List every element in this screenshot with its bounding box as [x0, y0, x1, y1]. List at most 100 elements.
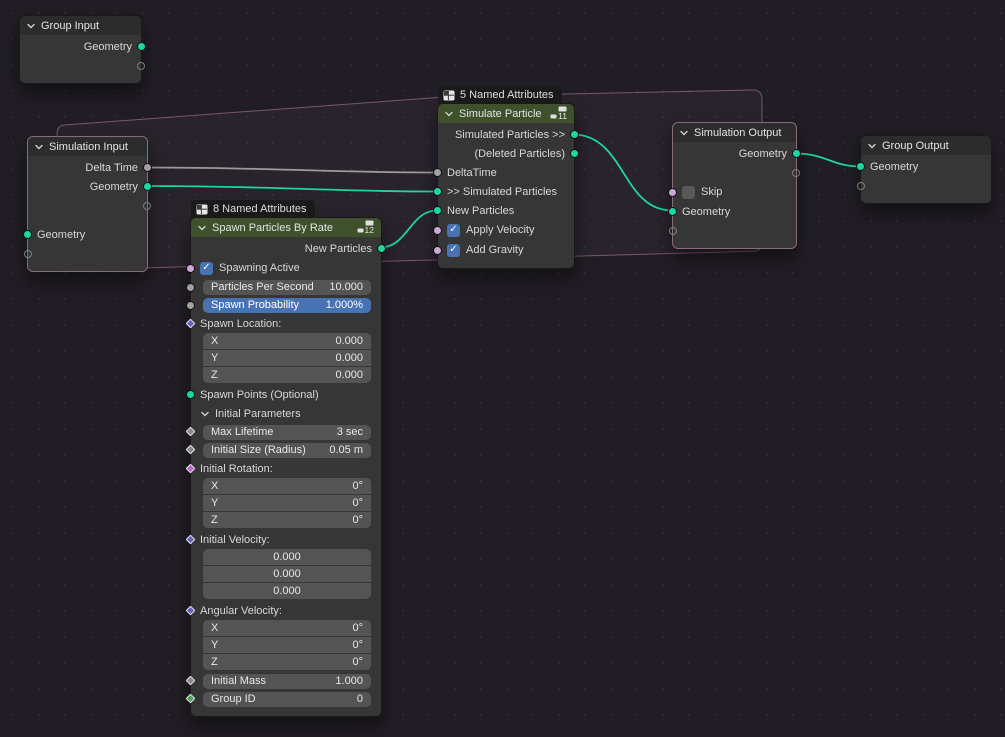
geometry-output-socket[interactable]: [137, 42, 146, 51]
virtual-socket[interactable]: [857, 182, 865, 190]
axis-label: Y: [211, 639, 218, 651]
node-header[interactable]: Simulate Particles 11: [438, 104, 574, 123]
field-value: 0.000: [273, 551, 301, 563]
float-input-socket[interactable]: [186, 283, 195, 292]
node-group-input[interactable]: Group Input Geometry: [19, 15, 142, 84]
geometry-input-socket[interactable]: [23, 230, 32, 239]
field-label: Particles Per Second: [211, 281, 314, 293]
float-input-socket[interactable]: [186, 301, 195, 310]
new-particles-input-socket[interactable]: [433, 206, 442, 215]
field-value: 0°: [352, 514, 363, 526]
add-gravity-checkbox[interactable]: ✓: [447, 244, 460, 257]
rotation-z-field[interactable]: Z 0°: [203, 512, 371, 528]
named-attributes-overlay: 8 Named Attributes: [191, 200, 315, 218]
initial-parameters-panel[interactable]: Initial Parameters: [191, 404, 381, 423]
chevron-down-icon[interactable]: [867, 141, 877, 151]
node-header[interactable]: Spawn Particles By Rate 12: [191, 218, 381, 237]
users-count-badge: 11: [550, 106, 567, 121]
float-input-socket[interactable]: [186, 676, 196, 686]
axis-label: Z: [211, 514, 218, 526]
spawn-location-vector: X0.000 Y0.000 Z0.000: [203, 333, 371, 383]
virtual-socket[interactable]: [669, 227, 677, 235]
boolean-input-socket[interactable]: [433, 226, 442, 235]
initial-rotation-vector: X0° Y0° Z 0°: [203, 478, 371, 528]
rotation-input-socket[interactable]: [186, 463, 196, 473]
geometry-output-socket[interactable]: [143, 182, 152, 191]
vector-z-field[interactable]: Z0.000: [203, 367, 371, 383]
node-spawn-particles-by-rate[interactable]: 8 Named Attributes Spawn Particles By Ra…: [190, 217, 382, 717]
boolean-input-socket[interactable]: [668, 188, 677, 197]
field-label: Group ID: [211, 693, 256, 705]
chevron-down-icon[interactable]: [34, 142, 44, 152]
spawning-active-checkbox[interactable]: ✓: [200, 262, 213, 275]
max-lifetime-field[interactable]: Max Lifetime3 sec: [203, 425, 371, 440]
chevron-down-icon[interactable]: [679, 128, 689, 138]
axis-label: Y: [211, 497, 218, 509]
angular-z-field[interactable]: Z0°: [203, 654, 371, 670]
spreadsheet-icon: [443, 90, 455, 101]
group-id-field[interactable]: Group ID0: [203, 692, 371, 707]
particles-per-second-field[interactable]: Particles Per Second10.000: [203, 280, 371, 295]
chevron-down-icon[interactable]: [197, 223, 207, 233]
chevron-down-icon[interactable]: [26, 21, 36, 31]
simulated-particles-input-socket[interactable]: [433, 187, 442, 196]
node-header[interactable]: Simulation Output: [673, 123, 796, 142]
socket-label: Geometry: [90, 181, 138, 193]
geometry-input-socket[interactable]: [856, 162, 865, 171]
node-simulation-output[interactable]: Simulation Output Geometry Skip Geometry: [672, 122, 797, 249]
chevron-down-icon[interactable]: [200, 409, 210, 419]
chevron-down-icon[interactable]: [444, 109, 454, 119]
angular-x-field[interactable]: X0°: [203, 620, 371, 636]
delta-time-input-socket[interactable]: [433, 168, 442, 177]
node-title: Simulate Particles: [459, 108, 541, 120]
node-simulate-particles[interactable]: 5 Named Attributes Simulate Particles 11…: [437, 103, 575, 269]
geometry-output-socket[interactable]: [792, 149, 801, 158]
node-header[interactable]: Simulation Input: [28, 137, 147, 156]
vector-x-field[interactable]: X0.000: [203, 333, 371, 349]
float-input-socket[interactable]: [186, 427, 196, 437]
virtual-socket[interactable]: [792, 169, 800, 177]
virtual-socket[interactable]: [24, 250, 32, 258]
spawn-probability-field[interactable]: Spawn Probability 1.000%: [203, 298, 371, 313]
vector-input-socket[interactable]: [186, 534, 196, 544]
field-label: Spawn Probability: [211, 299, 299, 311]
virtual-socket[interactable]: [143, 202, 151, 210]
boolean-input-socket[interactable]: [186, 264, 195, 273]
geometry-input-socket[interactable]: [186, 390, 195, 399]
named-attributes-label: 8 Named Attributes: [213, 203, 307, 215]
vector-input-socket[interactable]: [186, 605, 196, 615]
integer-input-socket[interactable]: [186, 694, 196, 704]
rotation-x-field[interactable]: X0°: [203, 478, 371, 494]
float-input-socket[interactable]: [186, 445, 196, 455]
initial-mass-field[interactable]: Initial Mass1.000: [203, 674, 371, 689]
simulated-particles-output-socket[interactable]: [570, 130, 579, 139]
initial-size-field[interactable]: Initial Size (Radius)0.05 m: [203, 443, 371, 458]
velocity-x-field[interactable]: 0.000: [203, 549, 371, 565]
node-header[interactable]: Group Input: [20, 16, 141, 35]
field-value: 0.05 m: [329, 444, 363, 456]
angular-y-field[interactable]: Y0°: [203, 637, 371, 653]
rotation-y-field[interactable]: Y0°: [203, 495, 371, 511]
wire-new-particles: [380, 211, 437, 248]
boolean-input-socket[interactable]: [433, 246, 442, 255]
new-particles-output-socket[interactable]: [377, 244, 386, 253]
field-value: 0.000: [335, 369, 363, 381]
delta-time-output-socket[interactable]: [143, 163, 152, 172]
geometry-input-socket[interactable]: [668, 207, 677, 216]
skip-checkbox[interactable]: [682, 186, 695, 199]
vector-input-socket[interactable]: [186, 318, 196, 328]
node-simulation-input[interactable]: Simulation Input Delta Time Geometry Geo…: [27, 136, 148, 272]
node-header[interactable]: Group Output: [861, 136, 991, 155]
checkbox-label: Skip: [701, 186, 722, 198]
field-value: 1.000%: [326, 299, 363, 311]
velocity-z-field[interactable]: 0.000: [203, 583, 371, 599]
field-value: 0.000: [273, 585, 301, 597]
virtual-socket[interactable]: [137, 62, 145, 70]
node-group-output[interactable]: Group Output Geometry: [860, 135, 992, 204]
apply-velocity-checkbox[interactable]: ✓: [447, 224, 460, 237]
node-title: Group Input: [41, 20, 134, 32]
vector-y-field[interactable]: Y0.000: [203, 350, 371, 366]
velocity-y-field[interactable]: 0.000: [203, 566, 371, 582]
deleted-particles-output-socket[interactable]: [570, 149, 579, 158]
socket-label: Spawn Points (Optional): [200, 389, 319, 401]
